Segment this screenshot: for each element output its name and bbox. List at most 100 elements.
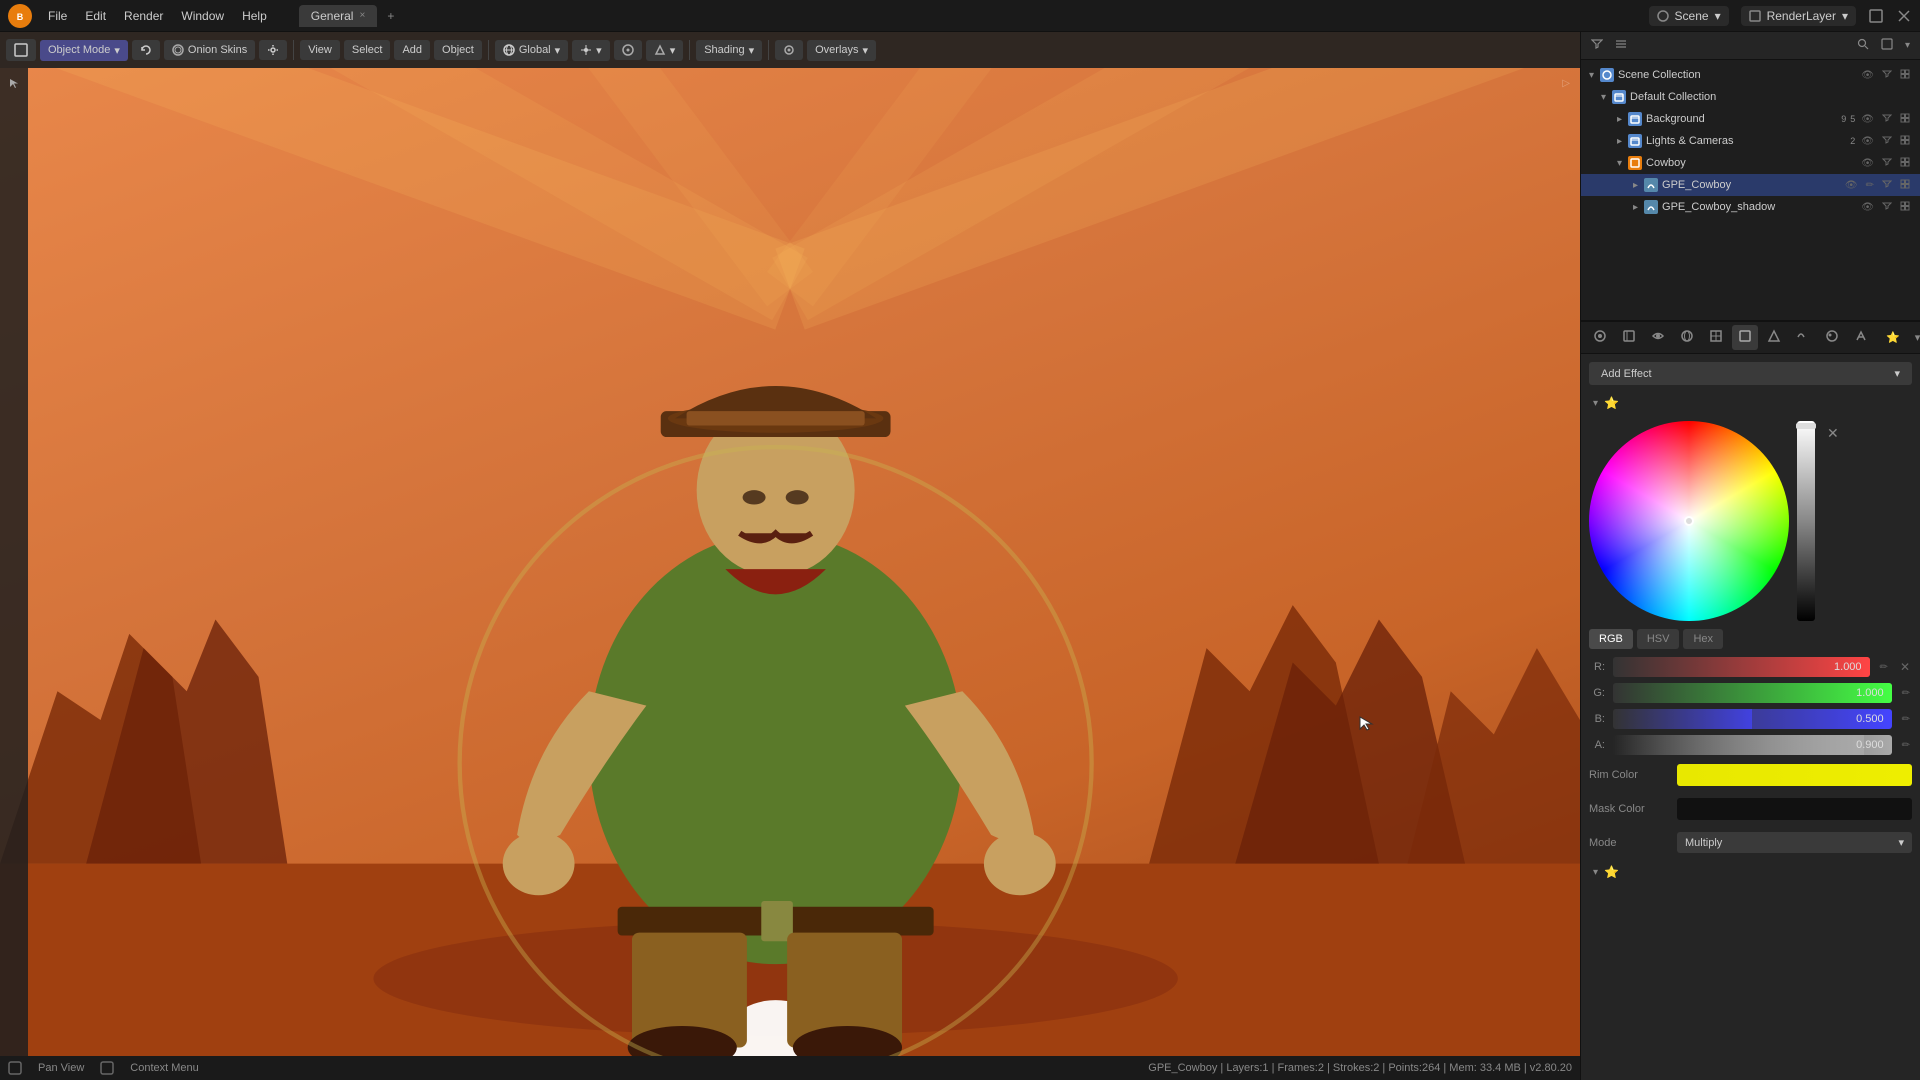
gpe-edit-btn[interactable]: ✏ xyxy=(1864,179,1876,192)
menu-file[interactable]: File xyxy=(40,6,75,26)
color-mode-hsv[interactable]: HSV xyxy=(1637,629,1680,649)
background-eye-btn[interactable]: 👁 xyxy=(1859,113,1876,126)
gpe-grid-btn[interactable] xyxy=(1898,178,1912,193)
add-effect-button[interactable]: Add Effect ▾ xyxy=(1589,362,1912,385)
close-window-icon[interactable] xyxy=(1896,8,1912,24)
proportional-btn[interactable] xyxy=(614,40,642,60)
history-button[interactable] xyxy=(132,40,160,60)
mode-dropdown[interactable]: Multiply ▾ xyxy=(1677,832,1912,853)
shadow-grid-btn[interactable] xyxy=(1898,200,1912,215)
prop-tab-world[interactable] xyxy=(1703,325,1729,350)
maximize-icon[interactable] xyxy=(1868,8,1884,24)
r-edit-btn[interactable]: ✏ xyxy=(1878,660,1890,675)
menu-help[interactable]: Help xyxy=(234,6,275,26)
background-grid-btn[interactable] xyxy=(1898,112,1912,127)
prop-tab-material[interactable] xyxy=(1819,325,1845,350)
prop-bookmark-btn[interactable]: ⭐ xyxy=(1880,327,1906,348)
scene-filter-btn[interactable] xyxy=(1880,68,1894,83)
outliner-more-btn[interactable] xyxy=(1877,36,1897,55)
g-slider[interactable]: 1.000 xyxy=(1613,683,1892,703)
outliner-lights-cameras[interactable]: ▸ Lights & Cameras 2 👁 xyxy=(1581,130,1920,152)
object-menu-button[interactable]: Object xyxy=(434,40,482,60)
mask-color-swatch[interactable] xyxy=(1677,798,1912,820)
prop-tab-object[interactable] xyxy=(1732,325,1758,350)
select-menu-button[interactable]: Select xyxy=(344,40,391,60)
menu-window[interactable]: Window xyxy=(173,6,232,26)
color-mode-hex[interactable]: Hex xyxy=(1683,629,1723,649)
shading-button[interactable]: Shading ▾ xyxy=(696,40,762,61)
prop-tab-data[interactable] xyxy=(1790,325,1816,350)
outliner-gpe-cowboy[interactable]: ▸ GPE_Cowboy 👁 ✏ xyxy=(1581,174,1920,196)
outliner-scene-collection[interactable]: ▾ Scene Collection 👁 xyxy=(1581,64,1920,86)
rim-color-swatch[interactable] xyxy=(1677,764,1912,786)
outliner-default-collection[interactable]: ▾ Default Collection xyxy=(1581,86,1920,108)
add-menu-button[interactable]: Add xyxy=(394,40,430,60)
prop-tab-render[interactable] xyxy=(1587,325,1613,350)
prop-tab-scene[interactable] xyxy=(1674,325,1700,350)
prop-tab-fx[interactable] xyxy=(1848,325,1874,350)
pivot-button[interactable]: ▾ xyxy=(572,40,610,61)
outliner-filter-btn[interactable] xyxy=(1587,36,1607,55)
viewport-canvas[interactable]: ◁ ▷ xyxy=(0,68,1580,1056)
lights-filter-btn[interactable] xyxy=(1880,134,1894,149)
tab-add-button[interactable]: + xyxy=(381,5,400,27)
onion-settings-button[interactable] xyxy=(259,40,287,60)
scene-eye-btn[interactable]: 👁 xyxy=(1859,69,1876,82)
r-slider[interactable]: 1.000 xyxy=(1613,657,1870,677)
scene-selector[interactable]: Scene ▾ xyxy=(1649,6,1729,26)
renderlayer-selector[interactable]: RenderLayer ▾ xyxy=(1741,6,1856,26)
outliner-sort-btn[interactable]: ▾ xyxy=(1901,38,1914,53)
view-menu-button[interactable]: View xyxy=(300,40,340,60)
color-wheel-dot[interactable] xyxy=(1684,516,1694,526)
effect-collapse-1[interactable]: ▾ xyxy=(1593,398,1598,409)
scene-grid-btn[interactable] xyxy=(1898,68,1912,83)
outliner-gpe-cowboy-shadow[interactable]: ▸ GPE_Cowboy_shadow 👁 xyxy=(1581,196,1920,218)
effect-star-1[interactable]: ⭐ xyxy=(1604,396,1619,410)
effect-star-2[interactable]: ⭐ xyxy=(1604,865,1619,879)
r-close-btn[interactable]: ✕ xyxy=(1898,658,1912,676)
outliner-mode-btn[interactable] xyxy=(1611,36,1631,55)
onion-skins-button[interactable]: Onion Skins xyxy=(164,40,255,60)
cowboy-eye-btn[interactable]: 👁 xyxy=(1859,157,1876,170)
background-filter-btn[interactable] xyxy=(1880,112,1894,127)
b-slider[interactable]: 0.500 xyxy=(1613,709,1892,729)
menu-render[interactable]: Render xyxy=(116,6,171,26)
a-edit-btn[interactable]: ✏ xyxy=(1900,738,1912,753)
object-mode-button[interactable]: Object Mode ▾ xyxy=(40,40,128,61)
prop-tab-view[interactable] xyxy=(1645,325,1671,350)
gpe-eye-btn[interactable]: 👁 xyxy=(1843,179,1860,192)
effect-collapse-2[interactable]: ▾ xyxy=(1593,867,1598,878)
shadow-filter-btn[interactable] xyxy=(1880,200,1894,215)
lights-eye-btn[interactable]: 👁 xyxy=(1859,135,1876,148)
snap-button[interactable]: ▾ xyxy=(646,40,684,61)
color-mode-rgb[interactable]: RGB xyxy=(1589,629,1633,649)
shadow-eye-btn[interactable]: 👁 xyxy=(1859,201,1876,214)
color-wheel[interactable] xyxy=(1589,421,1789,621)
menu-edit[interactable]: Edit xyxy=(77,6,114,26)
cowboy-filter-btn[interactable] xyxy=(1880,156,1894,171)
prop-more-btn[interactable]: ▾ xyxy=(1909,327,1920,348)
cursor-tool-btn[interactable] xyxy=(3,72,25,94)
outliner-background[interactable]: ▸ Background 9 5 👁 xyxy=(1581,108,1920,130)
gpe-filter-btn[interactable] xyxy=(1880,178,1894,193)
render-preview-btn[interactable] xyxy=(775,40,803,60)
close-color-button[interactable]: ✕ xyxy=(1823,421,1843,446)
outliner-search-btn[interactable] xyxy=(1853,36,1873,55)
prop-tab-modifier[interactable] xyxy=(1761,325,1787,350)
tab-general[interactable]: General × xyxy=(299,5,378,27)
blender-logo[interactable]: B xyxy=(8,4,32,28)
lights-grid-btn[interactable] xyxy=(1898,134,1912,149)
tab-close-button[interactable]: × xyxy=(359,10,365,21)
viewport-mode-icon-btn[interactable] xyxy=(6,39,36,61)
g-edit-btn[interactable]: ✏ xyxy=(1900,686,1912,701)
b-edit-btn[interactable]: ✏ xyxy=(1900,712,1912,727)
value-slider[interactable] xyxy=(1797,421,1815,621)
a-slider[interactable]: 0.900 xyxy=(1613,735,1892,755)
cowboy-grid-btn[interactable] xyxy=(1898,156,1912,171)
transform-space-button[interactable]: Global ▾ xyxy=(495,40,568,61)
overlays-button[interactable]: Overlays ▾ xyxy=(807,40,876,61)
viewport[interactable]: Object Mode ▾ Onion Skins View Select Ad… xyxy=(0,32,1580,1080)
prop-tab-output[interactable] xyxy=(1616,325,1642,350)
value-slider-handle[interactable] xyxy=(1796,423,1816,429)
outliner-cowboy[interactable]: ▾ Cowboy 👁 xyxy=(1581,152,1920,174)
